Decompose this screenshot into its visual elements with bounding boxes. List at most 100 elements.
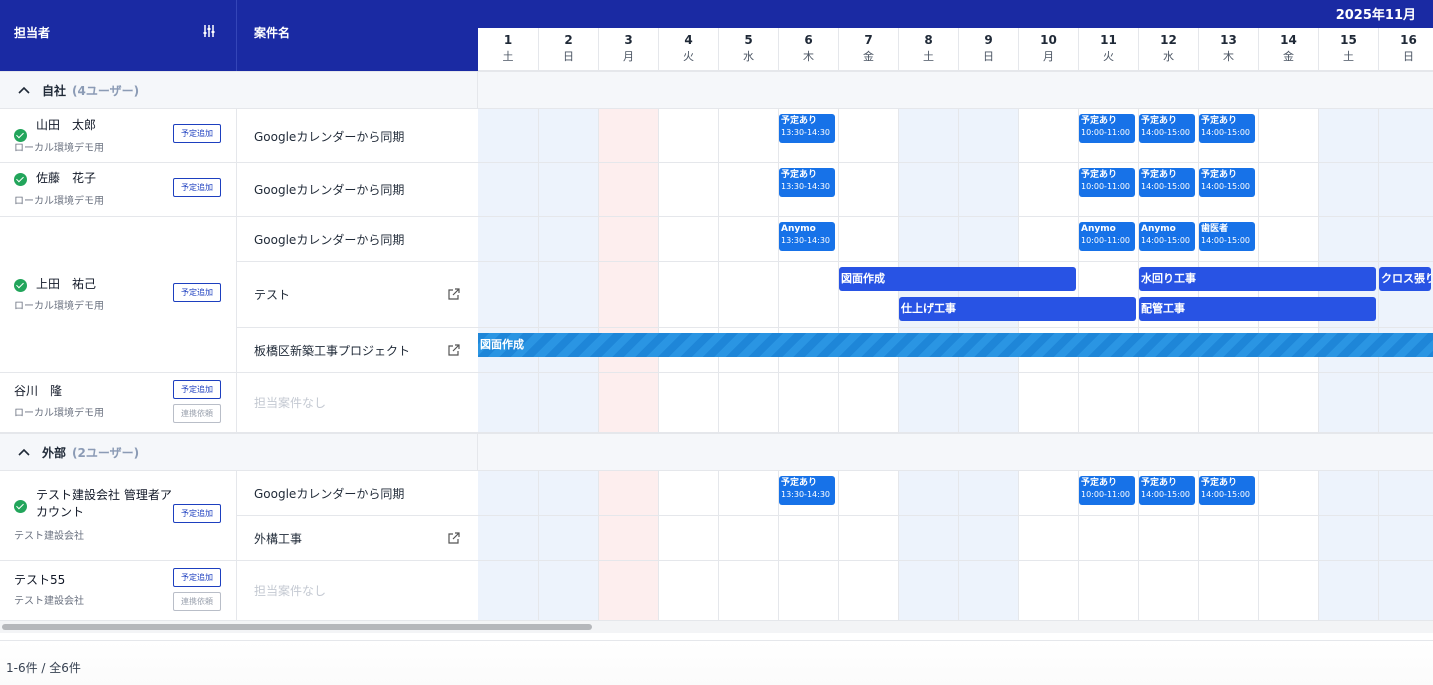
add-schedule-button[interactable]: 予定追加: [173, 504, 221, 523]
day-weekday: 土: [923, 50, 934, 63]
day-header-cell: 16 日: [1378, 28, 1433, 71]
add-schedule-button[interactable]: 予定追加: [173, 380, 221, 399]
schedule-screen: 担当者 案件名 2025年11月 1 土 2 日 3 月 4 火 5 水 6 木 7 金 8 土 9 日 10 月 11…: [0, 0, 1433, 685]
project-task-bar[interactable]: 図面作成: [839, 267, 1076, 291]
day-weekday: 日: [983, 50, 994, 63]
user-row-sato: 佐藤 花子 ローカル環境デモ用 予定追加: [0, 163, 237, 217]
project-task-bar[interactable]: 配管工事: [1139, 297, 1376, 321]
chevron-up-icon[interactable]: [18, 447, 30, 457]
day-header-cell: 15 土: [1318, 28, 1378, 71]
day-column[interactable]: [598, 471, 658, 621]
project-task-bar[interactable]: クロス張り: [1379, 267, 1431, 291]
row-divider: [478, 162, 1433, 163]
day-column[interactable]: [958, 471, 1018, 621]
calendar-event[interactable]: 予定あり 10:00-11:00: [1079, 168, 1135, 197]
calendar-event[interactable]: 予定あり 13:30-14:30: [779, 114, 835, 143]
project-row: Googleカレンダーから同期: [237, 163, 478, 217]
calendar-event[interactable]: 予定あり 14:00-15:00: [1139, 114, 1195, 143]
horizontal-scrollbar[interactable]: [0, 621, 1433, 633]
user-name: 佐藤 花子: [36, 171, 97, 185]
link-request-button[interactable]: 連携依頼: [173, 404, 221, 423]
add-schedule-button[interactable]: 予定追加: [173, 124, 221, 143]
check-icon: [14, 173, 27, 186]
calendar-event[interactable]: 予定あり 14:00-15:00: [1199, 114, 1255, 143]
day-column[interactable]: [658, 109, 718, 433]
event-title: 予定あり: [781, 116, 818, 126]
day-column[interactable]: [778, 109, 838, 433]
group-count: (4ユーザー): [72, 84, 140, 98]
external-link-icon[interactable]: [447, 344, 460, 357]
user-subtitle: テスト建設会社: [14, 531, 84, 542]
calendar-event[interactable]: 予定あり 14:00-15:00: [1199, 168, 1255, 197]
group-header-external[interactable]: 外部 (2ユーザー): [0, 433, 1433, 471]
sliders-icon[interactable]: [201, 23, 217, 39]
day-column[interactable]: [898, 471, 958, 621]
project-task-bar[interactable]: 水回り工事: [1139, 267, 1376, 291]
day-column[interactable]: [1018, 471, 1078, 621]
day-number: 3: [624, 33, 633, 47]
calendar-event[interactable]: Anymo 13:30-14:30: [779, 222, 835, 251]
day-column[interactable]: [838, 471, 898, 621]
day-column[interactable]: [1258, 471, 1318, 621]
day-column[interactable]: [538, 109, 598, 433]
assignee-header-label: 担当者: [14, 26, 51, 40]
day-column[interactable]: [1378, 471, 1433, 621]
calendar-event[interactable]: 予定あり 14:00-15:00: [1139, 476, 1195, 505]
calendar-event[interactable]: Anymo 10:00-11:00: [1079, 222, 1135, 251]
day-number: 13: [1220, 33, 1237, 47]
project-row[interactable]: 外構工事: [237, 516, 478, 561]
link-request-button[interactable]: 連携依頼: [173, 592, 221, 611]
calendar-event[interactable]: 予定あり 14:00-15:00: [1199, 476, 1255, 505]
project-name[interactable]: 外構工事: [254, 530, 302, 547]
group-header-own[interactable]: 自社 (4ユーザー): [0, 71, 1433, 109]
add-schedule-button[interactable]: 予定追加: [173, 178, 221, 197]
event-title: 予定あり: [1201, 170, 1238, 180]
project-row[interactable]: テスト: [237, 262, 478, 328]
day-column[interactable]: [718, 109, 778, 433]
project-name[interactable]: テスト: [254, 286, 290, 303]
calendar-event[interactable]: 予定あり 13:30-14:30: [779, 168, 835, 197]
scrollbar-thumb[interactable]: [2, 624, 592, 630]
calendar-event[interactable]: Anymo 14:00-15:00: [1139, 222, 1195, 251]
user-name: 谷川 隆: [14, 384, 63, 398]
day-header-cell: 3月: [598, 28, 658, 71]
event-title: 予定あり: [1081, 170, 1118, 180]
day-number: 2: [564, 33, 573, 47]
day-column[interactable]: [478, 109, 538, 433]
day-column[interactable]: [598, 109, 658, 433]
day-header-cell: 12 水: [1138, 28, 1198, 71]
day-weekday: 木: [803, 50, 814, 63]
day-header-cell: 1土: [478, 28, 538, 71]
add-schedule-button[interactable]: 予定追加: [173, 568, 221, 587]
month-label: 2025年11月: [1335, 8, 1416, 23]
day-weekday: 火: [683, 50, 694, 63]
event-time: 10:00-11:00: [1081, 236, 1130, 245]
day-column[interactable]: [658, 471, 718, 621]
add-schedule-button[interactable]: 予定追加: [173, 283, 221, 302]
day-header-cell: 9日: [958, 28, 1018, 71]
calendar-event[interactable]: 歯医者 14:00-15:00: [1199, 222, 1255, 251]
calendar-event[interactable]: 予定あり 10:00-11:00: [1079, 476, 1135, 505]
external-link-icon[interactable]: [447, 532, 460, 545]
day-column[interactable]: [718, 471, 778, 621]
external-link-icon[interactable]: [447, 288, 460, 301]
event-title: 予定あり: [1141, 170, 1178, 180]
project-task-bar[interactable]: 図面作成: [478, 333, 1433, 357]
calendar-event[interactable]: 予定あり 10:00-11:00: [1079, 114, 1135, 143]
day-column[interactable]: [478, 471, 538, 621]
calendar-event[interactable]: 予定あり 14:00-15:00: [1139, 168, 1195, 197]
project-row[interactable]: 板橋区新築工事プロジェクト: [237, 328, 478, 373]
project-column-header: 案件名: [237, 0, 478, 71]
day-weekday: 土: [1343, 50, 1354, 63]
day-column[interactable]: [538, 471, 598, 621]
project-task-bar[interactable]: 仕上げ工事: [899, 297, 1136, 321]
user-row-tanigawa: 谷川 隆 ローカル環境デモ用 予定追加 連携依頼: [0, 373, 237, 433]
project-name[interactable]: 板橋区新築工事プロジェクト: [254, 342, 410, 359]
event-title: 予定あり: [1081, 478, 1118, 488]
event-time: 14:00-15:00: [1141, 128, 1190, 137]
day-column[interactable]: [1078, 109, 1138, 433]
chevron-up-icon[interactable]: [18, 85, 30, 95]
calendar-event[interactable]: 予定あり 13:30-14:30: [779, 476, 835, 505]
day-header-cell: 5水: [718, 28, 778, 71]
day-column[interactable]: [1318, 471, 1378, 621]
